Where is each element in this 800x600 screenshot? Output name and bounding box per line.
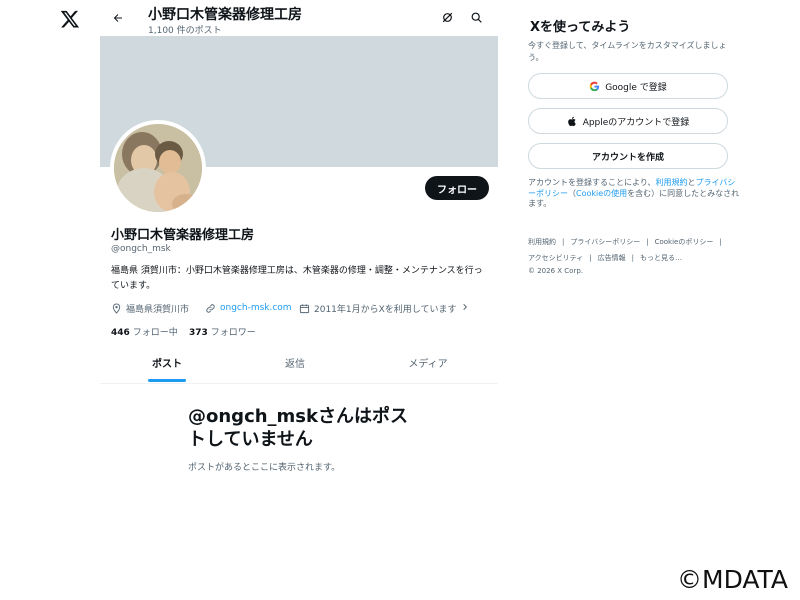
link-icon xyxy=(205,303,216,314)
legal-cookie-link[interactable]: Cookieの使用 xyxy=(576,189,627,198)
footer-terms-link[interactable]: 利用規約 xyxy=(528,238,556,246)
profile-location: 福島県須賀川市 xyxy=(111,302,190,315)
profile-joined: 2011年1月からXを利用しています xyxy=(299,302,469,315)
header-title: 小野口木管楽器修理工房 xyxy=(148,7,302,23)
tabs-divider xyxy=(100,383,498,384)
footer-row-1: 利用規約 | プライバシーポリシー | Cookieのポリシー | xyxy=(528,237,748,247)
tab-replies[interactable]: 返信 xyxy=(268,355,322,385)
empty-state-subtitle: ポストがあるとここに表示されます。 xyxy=(188,463,341,473)
grok-icon[interactable] xyxy=(439,9,455,25)
footer-separator: | xyxy=(589,254,592,262)
signup-legal-text: アカウントを登録することにより、利用規約とプライバシーポリシー（Cookieの使… xyxy=(528,178,740,210)
following-count: 446 xyxy=(111,328,130,338)
create-account-button[interactable]: アカウントを作成 xyxy=(528,143,728,169)
profile-bio: 福島県 須賀川市：小野口木管楽器修理工房は、木管楽器の修理・調整・メンテナンスを… xyxy=(111,266,483,291)
legal-cookie-open: （ xyxy=(568,188,576,198)
search-icon[interactable] xyxy=(468,9,484,25)
followers-stat[interactable]: 373 フォロワー xyxy=(189,325,256,338)
profile-handle: @ongch_msk xyxy=(111,244,171,254)
avatar[interactable] xyxy=(110,120,206,216)
joined-text: 2011年1月からXを利用しています xyxy=(314,304,457,315)
footer-ads-link[interactable]: 広告情報 xyxy=(598,254,626,262)
tab-media[interactable]: メディア xyxy=(396,355,460,385)
following-stat[interactable]: 446 フォロー中 xyxy=(111,325,178,338)
followers-label: フォロワー xyxy=(210,328,256,338)
calendar-icon xyxy=(299,303,310,314)
legal-and: と xyxy=(687,178,696,187)
footer-copyright: © 2026 X Corp. xyxy=(528,267,584,275)
google-icon xyxy=(589,81,600,92)
profile-name: 小野口木管楽器修理工房 xyxy=(111,228,255,243)
following-label: フォロー中 xyxy=(132,328,178,338)
signup-description: 今すぐ登録して、タイムラインをカスタマイズしましょう。 xyxy=(528,41,727,62)
footer-separator: | xyxy=(562,238,565,246)
back-button[interactable] xyxy=(108,8,128,28)
footer-separator: | xyxy=(719,238,722,246)
back-arrow-icon xyxy=(113,14,122,22)
footer-privacy-link[interactable]: プライバシーポリシー xyxy=(570,238,640,246)
apple-icon xyxy=(567,116,578,127)
apple-signup-label: Appleのアカウントで登録 xyxy=(582,117,690,128)
signup-title: Xを使ってみよう xyxy=(530,20,631,35)
apple-signup-button[interactable]: Appleのアカウントで登録 xyxy=(528,108,728,134)
website-link[interactable]: ongch-msk.com xyxy=(220,303,292,313)
chevron-right-icon[interactable] xyxy=(461,303,469,314)
location-icon xyxy=(111,302,122,314)
follow-button[interactable]: フォロー xyxy=(425,176,489,200)
legal-prefix: アカウントを登録することにより、 xyxy=(528,178,656,187)
footer-more-link[interactable]: もっと見る… xyxy=(640,254,682,262)
google-signup-button[interactable]: Google で登録 xyxy=(528,73,728,99)
profile-website[interactable]: ongch-msk.com xyxy=(205,302,292,314)
watermark: ©MDATA xyxy=(677,565,788,594)
footer-accessibility-link[interactable]: アクセシビリティ xyxy=(528,254,583,262)
location-text: 福島県須賀川市 xyxy=(126,304,190,315)
footer-cookie-link[interactable]: Cookieのポリシー xyxy=(655,238,714,246)
footer-separator: | xyxy=(631,254,634,262)
empty-state-title: @ongch_mskさんはポストしていません xyxy=(188,406,408,450)
header-post-count: 1,100 件のポスト xyxy=(148,26,222,36)
footer-separator: | xyxy=(646,238,649,246)
followers-count: 373 xyxy=(189,328,208,338)
active-tab-indicator xyxy=(148,379,186,382)
google-signup-label: Google で登録 xyxy=(605,82,667,93)
legal-terms-link[interactable]: 利用規約 xyxy=(656,178,688,187)
x-logo-icon[interactable] xyxy=(60,9,80,29)
footer-row-2: アクセシビリティ | 広告情報 | もっと見る… xyxy=(528,253,748,263)
